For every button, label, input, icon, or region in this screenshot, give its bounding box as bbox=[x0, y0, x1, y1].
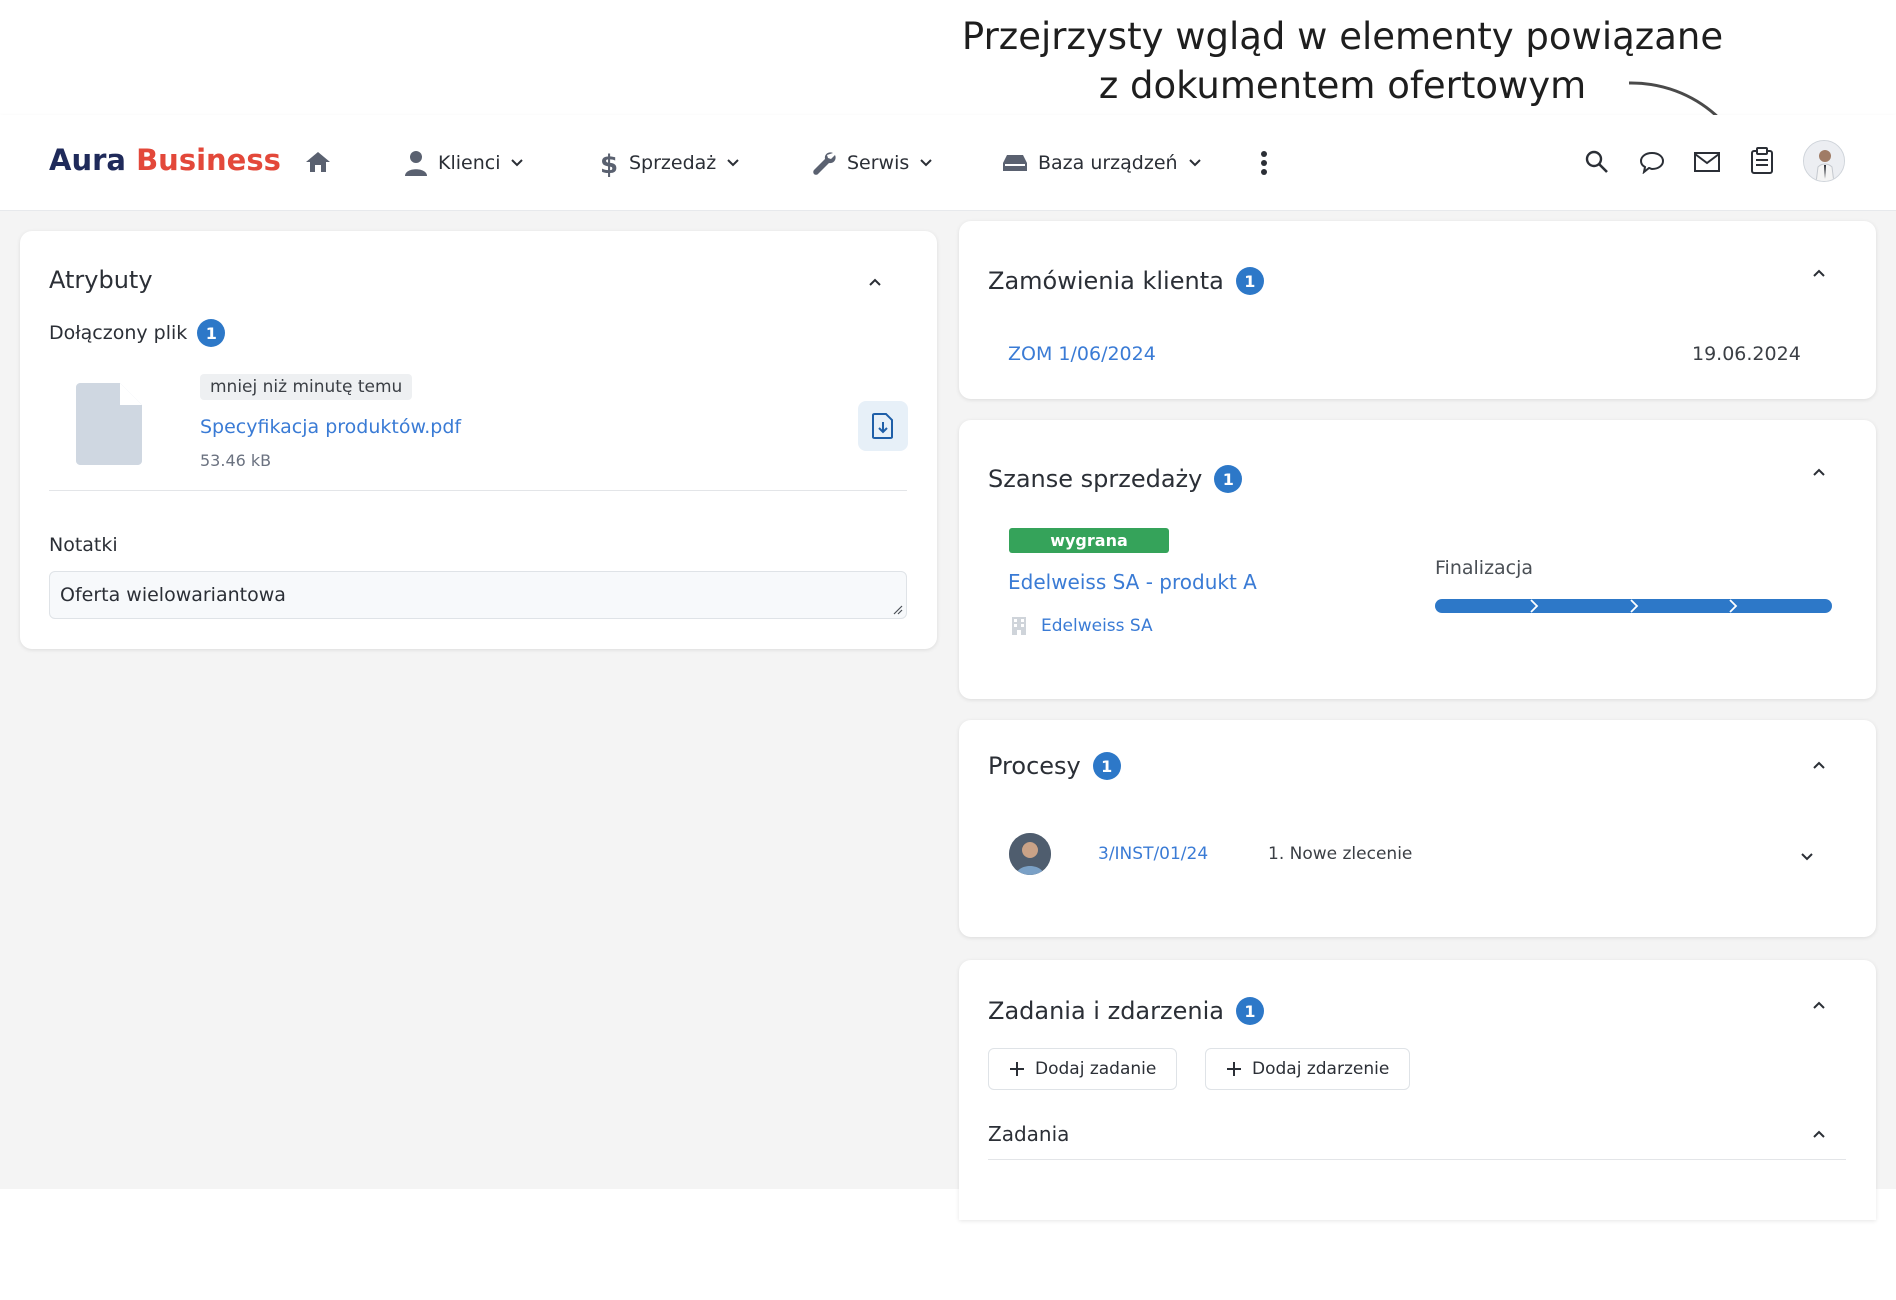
attached-file-text: Dołączony plik bbox=[49, 322, 188, 344]
device-icon bbox=[1003, 155, 1027, 171]
processes-title-text: Procesy bbox=[988, 752, 1081, 780]
processes-title: Procesy 1 bbox=[988, 752, 1121, 780]
sales-opportunities-card: Szanse sprzedaży 1 wygrana Edelweiss SA … bbox=[959, 420, 1876, 699]
tasks-section-label[interactable]: Zadania bbox=[988, 1122, 1069, 1146]
logo-text-aura: Aura bbox=[49, 143, 126, 177]
orders-title-text: Zamówienia klienta bbox=[988, 267, 1224, 295]
orders-count-badge: 1 bbox=[1235, 267, 1264, 295]
notes-field[interactable]: Oferta wielowariantowa bbox=[49, 571, 907, 619]
chevron-up-icon[interactable] bbox=[1807, 261, 1831, 285]
file-download-icon bbox=[872, 413, 893, 439]
app-logo[interactable]: Aura Business bbox=[49, 143, 281, 177]
nav-serwis-label: Serwis bbox=[847, 152, 910, 174]
tasks-events-card: Zadania i zdarzenia 1 Dodaj zadanie Doda… bbox=[959, 960, 1876, 1220]
chevron-down-icon bbox=[1188, 159, 1201, 167]
chevron-up-icon[interactable] bbox=[863, 270, 887, 294]
tasks-title-text: Zadania i zdarzenia bbox=[988, 997, 1224, 1025]
opportunity-company[interactable]: Edelweiss SA bbox=[1011, 616, 1153, 636]
tasks-title: Zadania i zdarzenia 1 bbox=[988, 997, 1264, 1025]
top-navbar: Aura Business Klienci $ Sprzedaż Serwis … bbox=[0, 115, 1896, 211]
nav-klienci[interactable]: Klienci bbox=[404, 145, 524, 181]
nav-baza-urzadzen[interactable]: Baza urządzeń bbox=[1002, 145, 1202, 181]
add-task-button[interactable]: Dodaj zadanie bbox=[988, 1048, 1178, 1090]
divider bbox=[49, 490, 907, 491]
customer-orders-card: Zamówienia klienta 1 ZOM 1/06/2024 19.06… bbox=[959, 221, 1876, 399]
chevron-up-icon[interactable] bbox=[1807, 1122, 1831, 1146]
chevron-down-icon bbox=[727, 159, 739, 167]
nav-sprzedaz[interactable]: $ Sprzedaż bbox=[597, 145, 740, 181]
attached-file-label: Dołączony plik 1 bbox=[49, 319, 226, 347]
add-task-label: Dodaj zadanie bbox=[1035, 1059, 1157, 1079]
avatar bbox=[1009, 833, 1051, 875]
mail-icon[interactable] bbox=[1692, 147, 1722, 177]
opportunities-title-text: Szanse sprzedaży bbox=[988, 465, 1203, 493]
nav-baza-label: Baza urządzeń bbox=[1038, 152, 1178, 174]
main-content: Atrybuty Dołączony plik 1 mniej niż minu… bbox=[0, 211, 1896, 1220]
chevron-up-icon[interactable] bbox=[1807, 993, 1831, 1017]
add-event-label: Dodaj zdarzenie bbox=[1252, 1059, 1390, 1079]
attributes-title: Atrybuty bbox=[49, 266, 153, 294]
user-icon bbox=[405, 151, 427, 176]
progress-step bbox=[1732, 599, 1832, 613]
status-badge: wygrana bbox=[1009, 528, 1169, 553]
wrench-icon bbox=[813, 152, 836, 175]
progress-step bbox=[1534, 599, 1638, 613]
plus-icon bbox=[1010, 1062, 1024, 1076]
file-time-chip: mniej niż minutę temu bbox=[200, 374, 413, 400]
chevron-up-icon[interactable] bbox=[1807, 753, 1831, 777]
download-file-button[interactable] bbox=[858, 401, 908, 451]
company-name: Edelweiss SA bbox=[1041, 616, 1153, 636]
file-name-link[interactable]: Specyfikacja produktów.pdf bbox=[200, 416, 461, 438]
process-number-link[interactable]: 3/INST/01/24 bbox=[1098, 844, 1208, 864]
nav-serwis[interactable]: Serwis bbox=[811, 145, 933, 181]
chevron-down-icon bbox=[511, 159, 524, 167]
progress-step bbox=[1633, 599, 1738, 613]
attached-file-count-badge: 1 bbox=[197, 319, 226, 347]
file-size: 53.46 kB bbox=[200, 451, 272, 470]
search-icon[interactable] bbox=[1582, 147, 1612, 177]
chevron-down-icon bbox=[920, 159, 932, 167]
divider bbox=[988, 1159, 1846, 1160]
processes-count-badge: 1 bbox=[1092, 752, 1121, 780]
order-date: 19.06.2024 bbox=[1692, 343, 1801, 365]
avatar[interactable] bbox=[1803, 140, 1845, 182]
plus-icon bbox=[1227, 1062, 1241, 1076]
more-icon[interactable] bbox=[1252, 147, 1276, 179]
attributes-title-text: Atrybuty bbox=[49, 266, 153, 294]
building-icon bbox=[1012, 617, 1026, 635]
add-event-button[interactable]: Dodaj zdarzenie bbox=[1205, 1048, 1411, 1090]
svg-text:$: $ bbox=[600, 150, 618, 177]
tasks-count-badge: 1 bbox=[1235, 997, 1264, 1025]
nav-klienci-label: Klienci bbox=[438, 152, 501, 174]
notes-label: Notatki bbox=[49, 534, 118, 556]
opportunity-name-link[interactable]: Edelweiss SA - produkt A bbox=[1008, 570, 1257, 594]
chevron-up-icon[interactable] bbox=[1807, 460, 1831, 484]
caption-line-1: Przejrzysty wgląd w elementy powiązane bbox=[961, 15, 1724, 58]
logo-text-business: Business bbox=[136, 143, 281, 177]
dollar-icon: $ bbox=[600, 150, 618, 177]
nav-sprzedaz-label: Sprzedaż bbox=[629, 152, 717, 174]
chevron-down-icon[interactable] bbox=[1795, 845, 1819, 869]
opportunities-count-badge: 1 bbox=[1214, 465, 1243, 493]
processes-card: Procesy 1 3/INST/01/24 1. Nowe zlecenie bbox=[959, 720, 1876, 937]
chat-icon[interactable] bbox=[1637, 147, 1667, 177]
attributes-card: Atrybuty Dołączony plik 1 mniej niż minu… bbox=[20, 231, 937, 649]
orders-title: Zamówienia klienta 1 bbox=[988, 267, 1264, 295]
file-icon bbox=[76, 383, 142, 469]
resize-handle-icon[interactable] bbox=[893, 605, 903, 615]
notes-value: Oferta wielowariantowa bbox=[60, 584, 286, 606]
progress-step bbox=[1435, 599, 1539, 613]
opportunities-title: Szanse sprzedaży 1 bbox=[988, 465, 1243, 493]
home-icon[interactable] bbox=[302, 146, 334, 178]
stage-progress-bar bbox=[1435, 599, 1832, 613]
stage-label: Finalizacja bbox=[1435, 557, 1534, 579]
clipboard-icon[interactable] bbox=[1747, 145, 1777, 177]
order-number-link[interactable]: ZOM 1/06/2024 bbox=[1008, 343, 1156, 365]
process-step: 1. Nowe zlecenie bbox=[1268, 844, 1413, 864]
